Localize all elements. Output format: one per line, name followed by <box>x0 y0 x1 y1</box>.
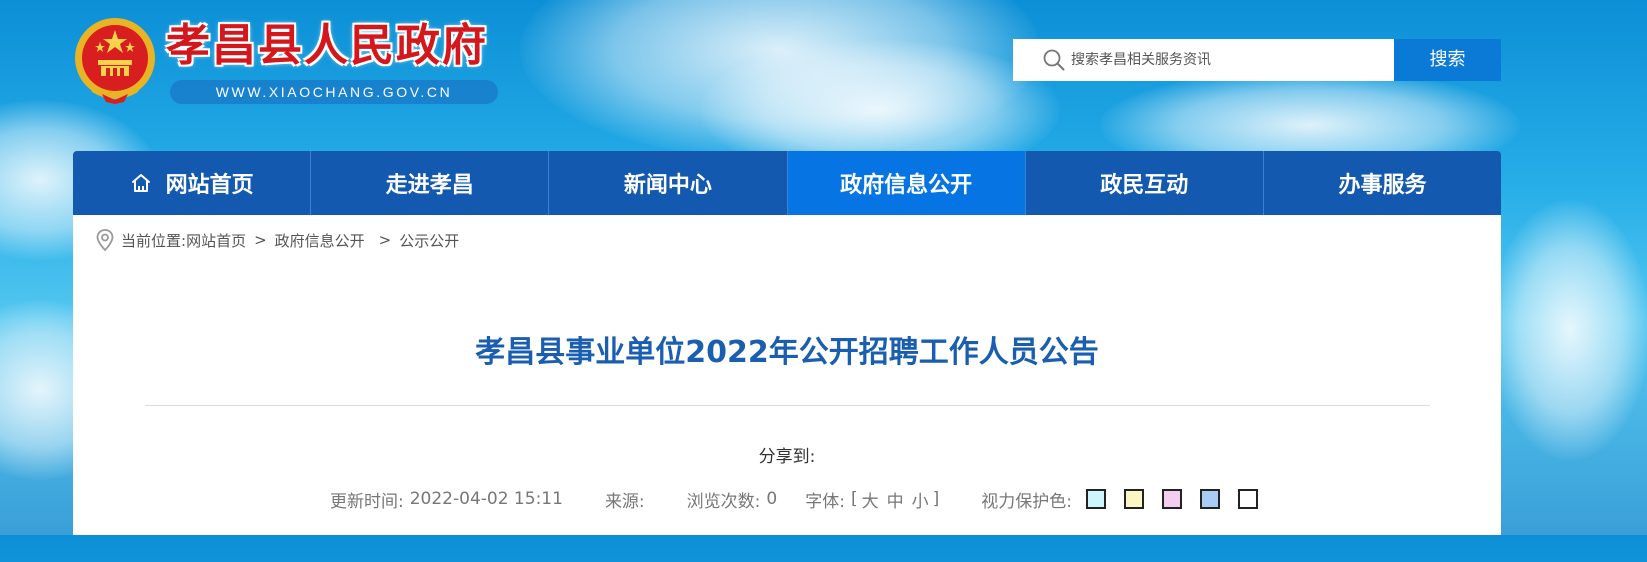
breadcrumb: 当前位置: 网站首页 > 政府信息公开 > 公示公开 <box>95 227 459 253</box>
nav-item-label: 走进孝昌 <box>385 173 474 198</box>
breadcrumb-link-gov-info[interactable]: 政府信息公开 <box>275 230 365 251</box>
font-size-bracket-close: ] <box>932 489 940 509</box>
nav-item-public-interaction[interactable]: 政民互动 <box>1026 151 1264 215</box>
source-label: 来源: <box>604 491 645 512</box>
views-label: 浏览次数: <box>686 491 761 512</box>
updated-value: 2022-04-02 15:11 <box>409 489 563 509</box>
eye-color-white-swatch[interactable] <box>1237 489 1258 509</box>
search-button[interactable]: 搜索 <box>1394 39 1501 81</box>
eye-color-blue-swatch[interactable] <box>1199 489 1220 509</box>
search-box <box>1013 39 1394 81</box>
font-size-label: 字体: <box>805 491 845 512</box>
breadcrumb-link-announcements[interactable]: 公示公开 <box>399 230 459 251</box>
site-title: 孝昌县人民政府 <box>166 20 488 71</box>
main-nav: 网站首页 走进孝昌 新闻中心 政府信息公开 政民互动 办事服务 <box>73 151 1501 215</box>
home-icon <box>131 174 150 192</box>
nav-item-about-xiaochang[interactable]: 走进孝昌 <box>311 151 550 215</box>
font-size-large-button[interactable]: 大 <box>862 487 879 512</box>
nav-item-label: 新闻中心 <box>623 173 712 198</box>
site-domain: WWW.XIAOCHANG.GOV.CN <box>170 80 498 104</box>
font-size-medium-button[interactable]: 中 <box>887 487 904 512</box>
eye-color-cyan-swatch[interactable] <box>1085 489 1106 509</box>
nav-item-news-center[interactable]: 新闻中心 <box>549 151 788 215</box>
nav-item-gov-info-disclosure[interactable]: 政府信息公开 <box>787 151 1026 215</box>
article-panel: 当前位置: 网站首页 > 政府信息公开 > 公示公开 孝昌县事业单位2022年公… <box>73 215 1501 535</box>
nav-item-label: 政民互动 <box>1100 173 1189 198</box>
national-emblem-icon <box>75 18 155 104</box>
breadcrumb-separator: > <box>254 231 267 249</box>
search-input[interactable] <box>1071 39 1381 81</box>
site-header: 孝昌县人民政府 WWW.XIAOCHANG.GOV.CN 搜索 <box>0 0 1568 150</box>
nav-item-home[interactable]: 网站首页 <box>73 151 312 215</box>
nav-item-label: 网站首页 <box>165 173 254 198</box>
breadcrumb-link-home[interactable]: 网站首页 <box>186 230 246 251</box>
updated-label: 更新时间: <box>330 491 404 512</box>
nav-item-services[interactable]: 办事服务 <box>1264 151 1501 215</box>
article-title: 孝昌县事业单位2022年公开招聘工作人员公告 <box>475 335 1099 370</box>
breadcrumb-prefix: 当前位置: <box>121 231 187 250</box>
eye-protect-label: 视力保护色: <box>981 491 1072 512</box>
search-icon <box>1043 49 1065 71</box>
article-meta: 更新时间: 2022-04-02 15:11 来源: 浏览次数: 0 字体: [… <box>330 487 1276 512</box>
nav-item-label: 政府信息公开 <box>840 173 973 198</box>
font-size-small-button[interactable]: 小 <box>912 487 929 512</box>
cloud-decoration <box>1490 200 1647 460</box>
location-pin-icon <box>96 229 114 252</box>
breadcrumb-separator: > <box>378 231 392 249</box>
views-value: 0 <box>766 489 778 509</box>
share-label: 分享到: <box>758 447 816 467</box>
eye-color-yellow-swatch[interactable] <box>1123 489 1144 509</box>
eye-color-pink-swatch[interactable] <box>1161 489 1182 509</box>
title-divider <box>145 405 1430 406</box>
nav-item-label: 办事服务 <box>1338 173 1427 198</box>
font-size-bracket-open: [ <box>850 489 858 509</box>
